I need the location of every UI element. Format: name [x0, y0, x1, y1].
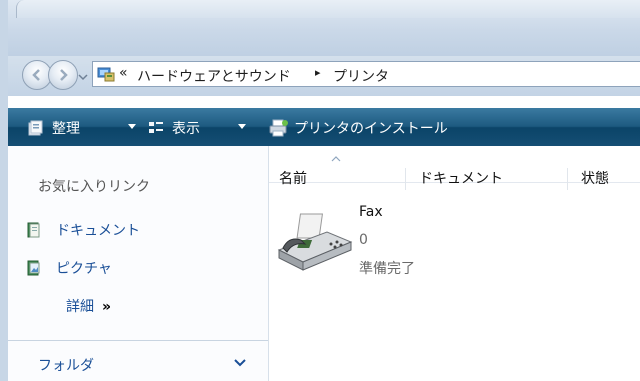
view-label: 表示 — [172, 121, 200, 137]
more-links-button[interactable]: 詳細 » — [66, 296, 111, 316]
navigation-pane: お気に入りリンク ドキュメント ピクチャ 詳細 » フォルダ — [8, 146, 269, 381]
documents-icon — [27, 222, 40, 238]
view-icon — [149, 122, 163, 133]
window-top-edge — [16, 0, 640, 18]
more-links-label: 詳細 — [66, 299, 94, 315]
view-dropdown-icon — [238, 124, 246, 129]
printer-status: 準備完了 — [359, 261, 415, 277]
sort-ascending-icon — [331, 156, 341, 162]
column-divider[interactable] — [567, 168, 568, 190]
breadcrumb-overflow[interactable]: « — [119, 65, 128, 81]
favorite-link-documents-label: ドキュメント — [56, 223, 140, 239]
column-header-status[interactable]: 状態 — [581, 168, 609, 188]
column-divider[interactable] — [405, 168, 406, 190]
command-bar: 整理 表示 プリンタのインストール — [8, 108, 640, 146]
folders-toggle[interactable]: フォルダ — [38, 355, 94, 375]
file-list-pane: 名前 ドキュメント 状態 Fax 0 準備完了 — [269, 146, 640, 381]
recent-pages-chevron-icon[interactable] — [78, 72, 88, 82]
printer-document-count: 0 — [359, 232, 368, 248]
explorer-window: « ハードウェアとサウンド ▸ プリンタ 整理 表示 プリンタのインストール お… — [0, 0, 640, 381]
install-printer-label: プリンタのインストール — [294, 121, 448, 137]
folders-expand-chevron-icon[interactable] — [234, 358, 246, 368]
printer-name[interactable]: Fax — [359, 204, 383, 220]
column-header-row: 名前 ドキュメント 状態 — [269, 156, 640, 190]
pictures-icon — [27, 260, 40, 276]
favorite-link-pictures-label: ピクチャ — [56, 261, 112, 277]
install-printer-icon — [269, 119, 288, 137]
breadcrumb-hardware-sound[interactable]: ハードウェアとサウンド — [137, 66, 291, 86]
breadcrumb-printers[interactable]: プリンタ — [333, 66, 389, 86]
column-header-documents[interactable]: ドキュメント — [419, 168, 503, 188]
organize-dropdown-icon — [128, 124, 136, 129]
forward-button[interactable] — [48, 60, 78, 90]
control-panel-icon — [97, 67, 115, 82]
address-bar[interactable]: « ハードウェアとサウンド ▸ プリンタ — [92, 61, 640, 87]
fax-printer-icon[interactable] — [275, 210, 355, 274]
organize-label: 整理 — [52, 121, 80, 137]
column-header-name[interactable]: 名前 — [279, 168, 307, 188]
favorite-links-heading: お気に入りリンク — [38, 179, 150, 195]
breadcrumb-separator[interactable]: ▸ — [315, 66, 321, 79]
folders-divider — [8, 340, 268, 341]
organize-icon — [28, 120, 43, 136]
more-links-chevron-icon: » — [102, 299, 112, 315]
navigation-row: « ハードウェアとサウンド ▸ プリンタ — [8, 56, 640, 96]
